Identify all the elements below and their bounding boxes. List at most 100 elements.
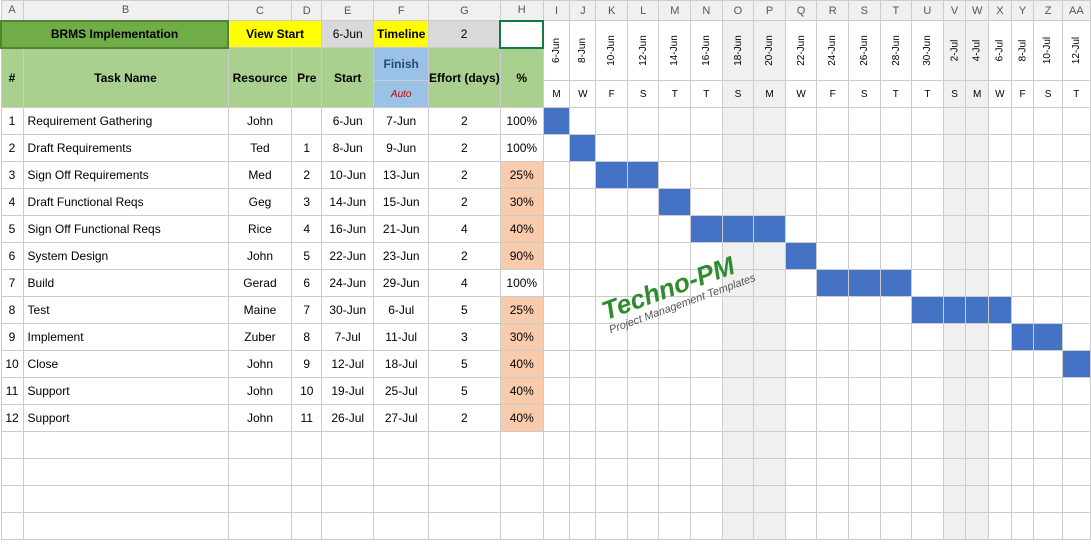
task-eff-3[interactable]: 2 — [429, 189, 501, 216]
task-finish-4[interactable]: 21-Jun — [374, 216, 429, 243]
view-start-date[interactable]: 6-Jun — [322, 21, 374, 48]
blank-cell[interactable] — [23, 459, 228, 486]
task-finish-5[interactable]: 23-Jun — [374, 243, 429, 270]
blank-cell[interactable] — [292, 486, 322, 513]
blank-cell[interactable] — [785, 432, 817, 459]
blank-cell[interactable] — [817, 513, 849, 540]
task-eff-11[interactable]: 2 — [429, 405, 501, 432]
col-header-A[interactable]: A — [1, 1, 23, 21]
task-eff-5[interactable]: 2 — [429, 243, 501, 270]
blank-cell[interactable] — [659, 432, 691, 459]
task-pct-11[interactable]: 40% — [500, 405, 543, 432]
blank-cell[interactable] — [848, 432, 880, 459]
task-finish-11[interactable]: 27-Jul — [374, 405, 429, 432]
task-pct-8[interactable]: 30% — [500, 324, 543, 351]
blank-cell[interactable] — [1011, 432, 1034, 459]
task-pre-5[interactable]: 5 — [292, 243, 322, 270]
blank-cell[interactable] — [848, 486, 880, 513]
task-finish-6[interactable]: 29-Jun — [374, 270, 429, 297]
task-start-10[interactable]: 19-Jul — [322, 378, 374, 405]
task-finish-0[interactable]: 7-Jun — [374, 108, 429, 135]
task-pct-10[interactable]: 40% — [500, 378, 543, 405]
blank-cell[interactable] — [228, 513, 292, 540]
task-finish-1[interactable]: 9-Jun — [374, 135, 429, 162]
col-header-T[interactable]: T — [880, 1, 912, 21]
task-pct-1[interactable]: 100% — [500, 135, 543, 162]
col-header-D[interactable]: D — [292, 1, 322, 21]
blank-cell[interactable] — [1062, 486, 1090, 513]
blank-cell[interactable] — [1062, 513, 1090, 540]
blank-cell[interactable] — [966, 513, 989, 540]
blank-cell[interactable] — [322, 486, 374, 513]
col-header-AA[interactable]: AA — [1062, 1, 1090, 21]
task-pct-0[interactable]: 100% — [500, 108, 543, 135]
blank-cell[interactable] — [500, 459, 543, 486]
blank-cell[interactable] — [374, 459, 429, 486]
blank-cell[interactable] — [691, 432, 723, 459]
task-start-4[interactable]: 16-Jun — [322, 216, 374, 243]
blank-cell[interactable] — [785, 513, 817, 540]
task-res-8[interactable]: Zuber — [228, 324, 292, 351]
task-res-6[interactable]: Gerad — [228, 270, 292, 297]
blank-cell[interactable] — [848, 513, 880, 540]
task-pct-6[interactable]: 100% — [500, 270, 543, 297]
blank-cell[interactable] — [596, 486, 628, 513]
blank-cell[interactable] — [627, 513, 659, 540]
task-res-11[interactable]: John — [228, 405, 292, 432]
task-eff-8[interactable]: 3 — [429, 324, 501, 351]
task-start-0[interactable]: 6-Jun — [322, 108, 374, 135]
spreadsheet[interactable]: ABCDEFGHIJKLMNOPQRSTUVWXYZAABRMS Impleme… — [0, 0, 1091, 540]
blank-cell[interactable] — [912, 513, 944, 540]
task-pre-10[interactable]: 10 — [292, 378, 322, 405]
blank-cell[interactable] — [880, 432, 912, 459]
timeline-value[interactable]: 2 — [429, 21, 501, 48]
col-header-B[interactable]: B — [23, 1, 228, 21]
task-eff-9[interactable]: 5 — [429, 351, 501, 378]
blank-cell[interactable] — [817, 459, 849, 486]
task-name-5[interactable]: System Design — [23, 243, 228, 270]
blank-cell[interactable] — [989, 486, 1012, 513]
blank-cell[interactable] — [785, 486, 817, 513]
blank-cell[interactable] — [1011, 486, 1034, 513]
blank-cell[interactable] — [500, 432, 543, 459]
blank-cell[interactable] — [722, 486, 754, 513]
blank-cell[interactable] — [659, 459, 691, 486]
col-header-E[interactable]: E — [322, 1, 374, 21]
task-eff-10[interactable]: 5 — [429, 378, 501, 405]
col-header-S[interactable]: S — [848, 1, 880, 21]
task-finish-10[interactable]: 25-Jul — [374, 378, 429, 405]
blank-cell[interactable] — [754, 513, 786, 540]
blank-cell[interactable] — [1034, 513, 1062, 540]
col-header-Z[interactable]: Z — [1034, 1, 1062, 21]
col-header-H[interactable]: H — [500, 1, 543, 21]
task-name-7[interactable]: Test — [23, 297, 228, 324]
task-start-7[interactable]: 30-Jun — [322, 297, 374, 324]
blank-cell[interactable] — [228, 459, 292, 486]
blank-cell[interactable] — [292, 513, 322, 540]
blank-cell[interactable] — [570, 432, 596, 459]
blank-cell[interactable] — [754, 486, 786, 513]
task-finish-2[interactable]: 13-Jun — [374, 162, 429, 189]
blank-cell[interactable] — [374, 432, 429, 459]
blank-cell[interactable] — [570, 459, 596, 486]
task-start-11[interactable]: 26-Jul — [322, 405, 374, 432]
blank-cell[interactable] — [943, 432, 966, 459]
task-pre-11[interactable]: 11 — [292, 405, 322, 432]
blank-cell[interactable] — [1034, 486, 1062, 513]
blank-cell[interactable] — [596, 459, 628, 486]
blank-cell[interactable] — [627, 432, 659, 459]
blank-cell[interactable] — [943, 513, 966, 540]
task-start-3[interactable]: 14-Jun — [322, 189, 374, 216]
col-header-J[interactable]: J — [570, 1, 596, 21]
col-header-R[interactable]: R — [817, 1, 849, 21]
blank-cell[interactable] — [966, 459, 989, 486]
blank-cell[interactable] — [322, 432, 374, 459]
blank-cell[interactable] — [817, 432, 849, 459]
blank-cell[interactable] — [659, 486, 691, 513]
blank-cell[interactable] — [1034, 459, 1062, 486]
blank-cell[interactable] — [23, 486, 228, 513]
task-start-5[interactable]: 22-Jun — [322, 243, 374, 270]
task-finish-8[interactable]: 11-Jul — [374, 324, 429, 351]
task-name-0[interactable]: Requirement Gathering — [23, 108, 228, 135]
col-header-L[interactable]: L — [627, 1, 659, 21]
